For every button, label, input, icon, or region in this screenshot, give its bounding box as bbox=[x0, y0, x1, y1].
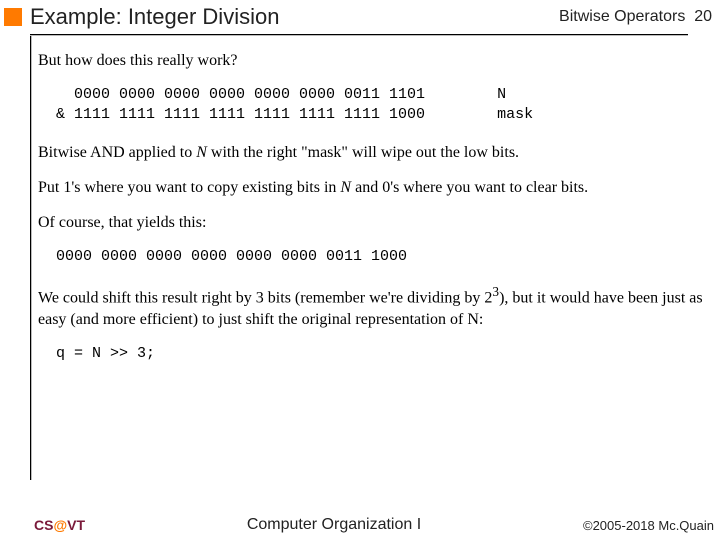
variable-n: N bbox=[196, 144, 207, 161]
text-run: We could shift this result right by 3 bi… bbox=[38, 290, 492, 307]
logo-cs: CS bbox=[34, 517, 53, 533]
paragraph: Of course, that yields this: bbox=[38, 212, 708, 233]
text-run: and 0's where you want to clear bits. bbox=[351, 179, 588, 196]
code-line: 0000 0000 0000 0000 0000 0000 0011 1101 … bbox=[56, 86, 506, 103]
logo-csvt: CS@VT bbox=[34, 517, 85, 533]
logo-vt: VT bbox=[67, 517, 85, 533]
slide-content: But how does this really work? 0000 0000… bbox=[38, 50, 708, 482]
code-block-and: 0000 0000 0000 0000 0000 0000 0011 1101 … bbox=[56, 85, 708, 126]
slide-footer: CS@VT Computer Organization I ©2005-2018… bbox=[0, 516, 720, 534]
header-left: Example: Integer Division bbox=[4, 4, 279, 30]
intro-text: But how does this really work? bbox=[38, 50, 708, 71]
slide-header: Example: Integer Division Bitwise Operat… bbox=[0, 0, 720, 30]
horizontal-rule bbox=[30, 34, 688, 36]
slide-title: Example: Integer Division bbox=[30, 4, 279, 30]
page-number: 20 bbox=[694, 8, 712, 25]
text-run: Put 1's where you want to copy existing … bbox=[38, 179, 340, 196]
course-title: Computer Organization I bbox=[247, 516, 421, 534]
chapter-name: Bitwise Operators bbox=[559, 8, 685, 25]
chapter-label: Bitwise Operators 20 bbox=[559, 8, 712, 26]
paragraph: Put 1's where you want to copy existing … bbox=[38, 177, 708, 198]
vertical-rule bbox=[30, 36, 32, 480]
paragraph: Bitwise AND applied to N with the right … bbox=[38, 142, 708, 163]
text-run: with the right "mask" will wipe out the … bbox=[207, 144, 519, 161]
copyright: ©2005-2018 Mc.Quain bbox=[583, 518, 714, 533]
code-block-result: 0000 0000 0000 0000 0000 0000 0011 1000 bbox=[56, 247, 708, 267]
variable-n: N bbox=[340, 179, 351, 196]
paragraph: We could shift this result right by 3 bi… bbox=[38, 283, 708, 330]
code-line: & 1111 1111 1111 1111 1111 1111 1111 100… bbox=[56, 106, 533, 123]
text-run: Bitwise AND applied to bbox=[38, 144, 196, 161]
bullet-icon bbox=[4, 8, 22, 26]
code-block-shift: q = N >> 3; bbox=[56, 344, 708, 364]
logo-at: @ bbox=[53, 517, 67, 533]
